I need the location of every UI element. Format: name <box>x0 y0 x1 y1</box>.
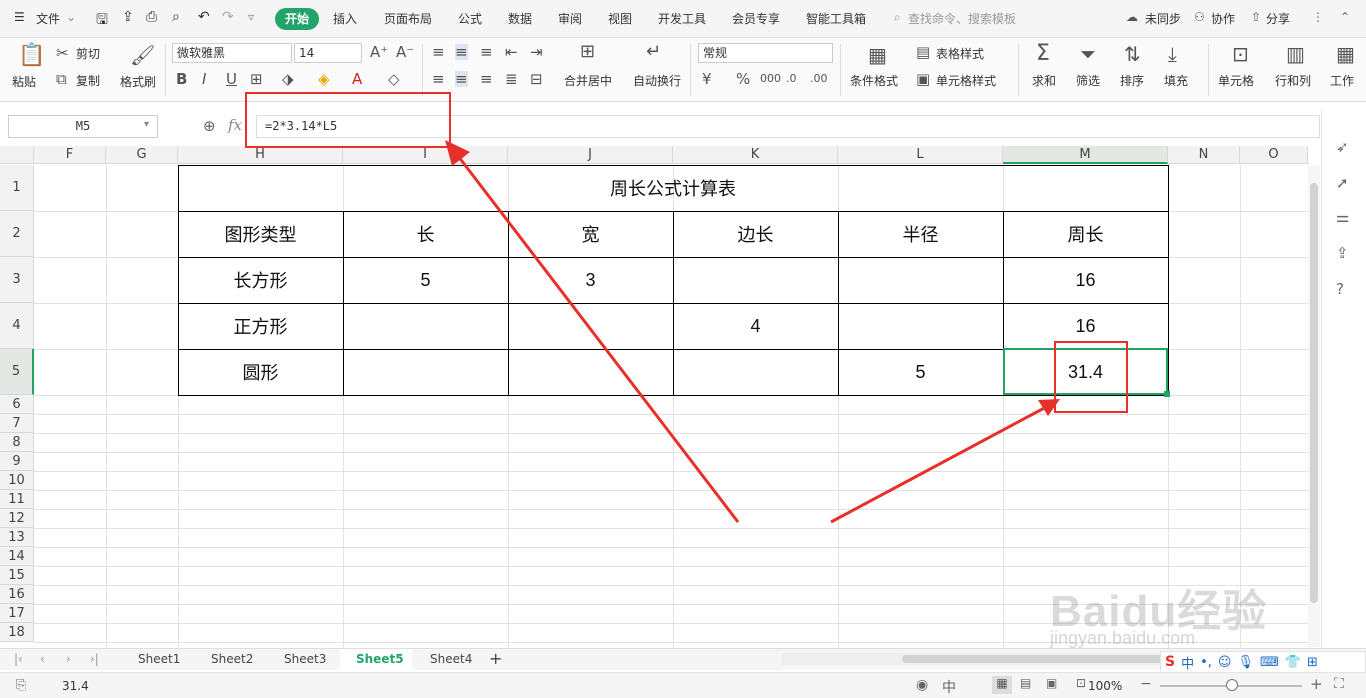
zoom-out-icon[interactable]: − <box>1140 676 1152 692</box>
sogou-icon[interactable]: S <box>1165 654 1175 670</box>
punctuation-icon[interactable]: •, <box>1200 655 1212 670</box>
arrowhead-result <box>1038 399 1060 416</box>
prev-sheet-icon[interactable]: ‹ <box>40 652 45 666</box>
first-sheet-icon[interactable]: |‹ <box>14 652 23 666</box>
mic-icon[interactable]: 🎙 <box>1237 655 1254 670</box>
sheet-tab-3[interactable]: Sheet3 <box>284 652 326 666</box>
eye-protect-icon[interactable]: ◉ <box>916 677 928 693</box>
status-bar: ⎘ 31.4 ◉ 中 ▦ ▤ ▣ ⊡ 100% − + ⛶ <box>0 672 1366 698</box>
arrow-to-result <box>830 404 1049 524</box>
macro-icon[interactable]: ⎘ <box>16 678 26 693</box>
normal-view-icon[interactable]: ▦ <box>992 676 1012 694</box>
status-value: 31.4 <box>62 679 89 693</box>
sheet-tab-1[interactable]: Sheet1 <box>138 652 180 666</box>
page-view-icon[interactable]: ▤ <box>1020 676 1031 690</box>
zoom-slider-knob[interactable] <box>1226 679 1238 691</box>
arrow-to-formula <box>453 151 740 523</box>
arrowhead-formula <box>445 140 470 166</box>
keyboard-icon[interactable]: ⌨ <box>1260 655 1279 670</box>
last-sheet-icon[interactable]: ›| <box>90 652 99 666</box>
sheet-tab-2[interactable]: Sheet2 <box>211 652 253 666</box>
add-sheet-icon[interactable]: + <box>489 649 502 668</box>
zoom-level[interactable]: 100% <box>1088 679 1122 693</box>
reading-view-icon[interactable]: ⊡ <box>1076 676 1086 690</box>
sheet-tab-4[interactable]: Sheet4 <box>430 652 472 666</box>
sheet-tab-active[interactable]: Sheet5 <box>356 652 404 666</box>
fullscreen-icon[interactable]: ⛶ <box>1334 676 1344 692</box>
zoom-in-icon[interactable]: + <box>1310 675 1323 693</box>
page-break-icon[interactable]: ▣ <box>1046 676 1057 690</box>
tools-icon[interactable]: ⊞ <box>1307 655 1318 670</box>
ime-toolbar: S 中 •, ☺ 🎙 ⌨ 👕 ⊞ <box>1160 651 1366 673</box>
watermark-url: jingyan.baidu.com <box>1050 628 1196 648</box>
input-mode-icon[interactable]: 中 <box>942 677 956 697</box>
next-sheet-icon[interactable]: › <box>66 652 71 666</box>
emoji-icon[interactable]: ☺ <box>1218 655 1232 670</box>
skin-icon[interactable]: 👕 <box>1285 655 1301 670</box>
chinese-mode-icon[interactable]: 中 <box>1181 653 1194 672</box>
